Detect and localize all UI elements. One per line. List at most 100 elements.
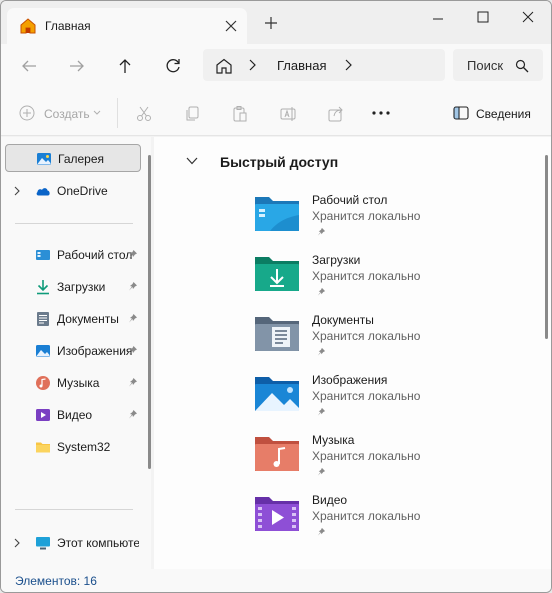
item-name: Загрузки bbox=[312, 253, 361, 267]
nav-label: Галерея bbox=[58, 152, 105, 166]
status-bar: Элементов: 16 bbox=[1, 569, 551, 592]
new-tab-icon[interactable] bbox=[263, 15, 279, 31]
item-name: Изображения bbox=[312, 373, 388, 387]
refresh-icon[interactable] bbox=[161, 54, 185, 78]
close-tab-icon[interactable] bbox=[221, 16, 241, 36]
content-scrollbar[interactable] bbox=[545, 155, 548, 339]
maximize-icon[interactable] bbox=[460, 7, 506, 29]
chevron-down-icon bbox=[93, 110, 101, 115]
content-pane: Быстрый доступ Рабочий стол Хранится лок… bbox=[154, 137, 551, 569]
chevron-down-icon[interactable] bbox=[186, 157, 198, 165]
nav-divider bbox=[15, 509, 133, 510]
back-icon[interactable] bbox=[17, 54, 41, 78]
group-title[interactable]: Быстрый доступ bbox=[220, 154, 338, 170]
nav-item-documents[interactable]: Документы bbox=[5, 305, 141, 333]
item-name: Видео bbox=[312, 493, 348, 507]
paste-icon[interactable] bbox=[231, 105, 249, 123]
nav-label: Этот компьютер bbox=[57, 536, 139, 550]
nav-item-pictures[interactable]: Изображения bbox=[5, 337, 141, 365]
document-icon bbox=[37, 312, 49, 326]
pin-icon bbox=[317, 287, 326, 296]
nav-item-music[interactable]: Музыка bbox=[5, 369, 141, 397]
nav-item-desktop[interactable]: Рабочий стол bbox=[5, 241, 141, 269]
pin-icon bbox=[129, 314, 137, 323]
title-bar: Главная bbox=[1, 1, 551, 44]
tab-home[interactable]: Главная bbox=[7, 8, 247, 44]
nav-scrollbar[interactable] bbox=[148, 155, 151, 469]
nav-item-gallery[interactable]: Галерея bbox=[5, 144, 141, 172]
item-name: Документы bbox=[312, 313, 374, 327]
breadcrumb[interactable]: Главная bbox=[277, 58, 326, 73]
chevron-right-icon[interactable] bbox=[247, 59, 257, 71]
pin-icon bbox=[317, 347, 326, 356]
close-window-icon[interactable] bbox=[505, 7, 551, 29]
search-icon[interactable] bbox=[515, 59, 529, 73]
minimize-icon[interactable] bbox=[415, 7, 461, 29]
home-icon bbox=[20, 18, 36, 34]
download-icon bbox=[37, 280, 49, 295]
search-input[interactable]: Поиск bbox=[467, 58, 509, 73]
pin-icon bbox=[129, 378, 137, 387]
item-status: Хранится локально bbox=[312, 509, 421, 523]
item-name: Рабочий стол bbox=[312, 193, 388, 207]
address-row: Главная Поиск bbox=[1, 44, 551, 88]
toolbar-divider bbox=[117, 98, 118, 128]
command-bar: Создать Сведения bbox=[1, 88, 551, 136]
search-box[interactable]: Поиск bbox=[453, 49, 543, 81]
nav-label: OneDrive bbox=[57, 184, 108, 198]
forward-icon[interactable] bbox=[65, 54, 89, 78]
documents-folder-icon bbox=[255, 317, 299, 351]
quick-access-item[interactable]: Музыка Хранится локально bbox=[254, 433, 464, 495]
pictures-folder-icon bbox=[255, 377, 299, 411]
quick-access-item[interactable]: Рабочий стол Хранится локально bbox=[254, 193, 464, 255]
item-status: Хранится локально bbox=[312, 209, 421, 223]
chevron-right-icon[interactable] bbox=[13, 186, 21, 196]
quick-access-item[interactable]: Загрузки Хранится локально bbox=[254, 253, 464, 315]
item-status: Хранится локально bbox=[312, 329, 421, 343]
nav-item-videos[interactable]: Видео bbox=[5, 401, 141, 429]
nav-label: System32 bbox=[57, 440, 111, 454]
pin-icon bbox=[129, 410, 137, 419]
pictures-icon bbox=[36, 345, 50, 357]
folder-icon bbox=[36, 442, 50, 453]
nav-item-downloads[interactable]: Загрузки bbox=[5, 273, 141, 301]
downloads-folder-icon bbox=[255, 257, 299, 291]
item-count: Элементов: 16 bbox=[15, 574, 97, 588]
computer-icon bbox=[36, 537, 50, 550]
nav-item-onedrive[interactable]: OneDrive bbox=[5, 177, 141, 205]
copy-icon[interactable] bbox=[183, 105, 201, 123]
cut-icon[interactable] bbox=[135, 105, 153, 123]
share-icon[interactable] bbox=[327, 105, 345, 123]
chevron-right-icon[interactable] bbox=[343, 59, 353, 71]
create-label: Создать bbox=[44, 107, 90, 121]
nav-item-system32[interactable]: System32 bbox=[5, 433, 141, 461]
up-icon[interactable] bbox=[113, 54, 137, 78]
item-status: Хранится локально bbox=[312, 449, 421, 463]
navigation-pane: Галерея OneDrive Рабочий стол Загрузки Д… bbox=[1, 137, 151, 569]
videos-folder-icon bbox=[255, 497, 299, 531]
music-icon bbox=[36, 376, 50, 390]
pin-icon bbox=[317, 527, 326, 536]
more-options-icon[interactable] bbox=[372, 111, 390, 115]
home-icon[interactable] bbox=[215, 58, 233, 74]
nav-divider bbox=[15, 223, 133, 224]
quick-access-item[interactable]: Изображения Хранится локально bbox=[254, 373, 464, 435]
item-status: Хранится локально bbox=[312, 389, 421, 403]
item-name: Музыка bbox=[312, 433, 355, 447]
music-folder-icon bbox=[255, 437, 299, 471]
quick-access-item[interactable]: Видео Хранится локально bbox=[254, 493, 464, 555]
pin-icon bbox=[129, 282, 137, 291]
gallery-icon bbox=[37, 153, 51, 165]
rename-icon[interactable] bbox=[279, 105, 297, 123]
plus-icon bbox=[19, 105, 35, 121]
desktop-folder-icon bbox=[255, 197, 299, 231]
nav-item-this-pc[interactable]: Этот компьютер bbox=[5, 529, 141, 557]
file-explorer-window: Главная Главная Поиск Создать Сведения Г… bbox=[0, 0, 552, 593]
video-icon bbox=[36, 409, 50, 421]
tab-title: Главная bbox=[45, 19, 91, 33]
pin-icon bbox=[317, 227, 326, 236]
chevron-right-icon[interactable] bbox=[13, 538, 21, 548]
address-bar[interactable]: Главная bbox=[203, 49, 445, 81]
quick-access-item[interactable]: Документы Хранится локально bbox=[254, 313, 464, 375]
details-label: Сведения bbox=[476, 107, 531, 121]
